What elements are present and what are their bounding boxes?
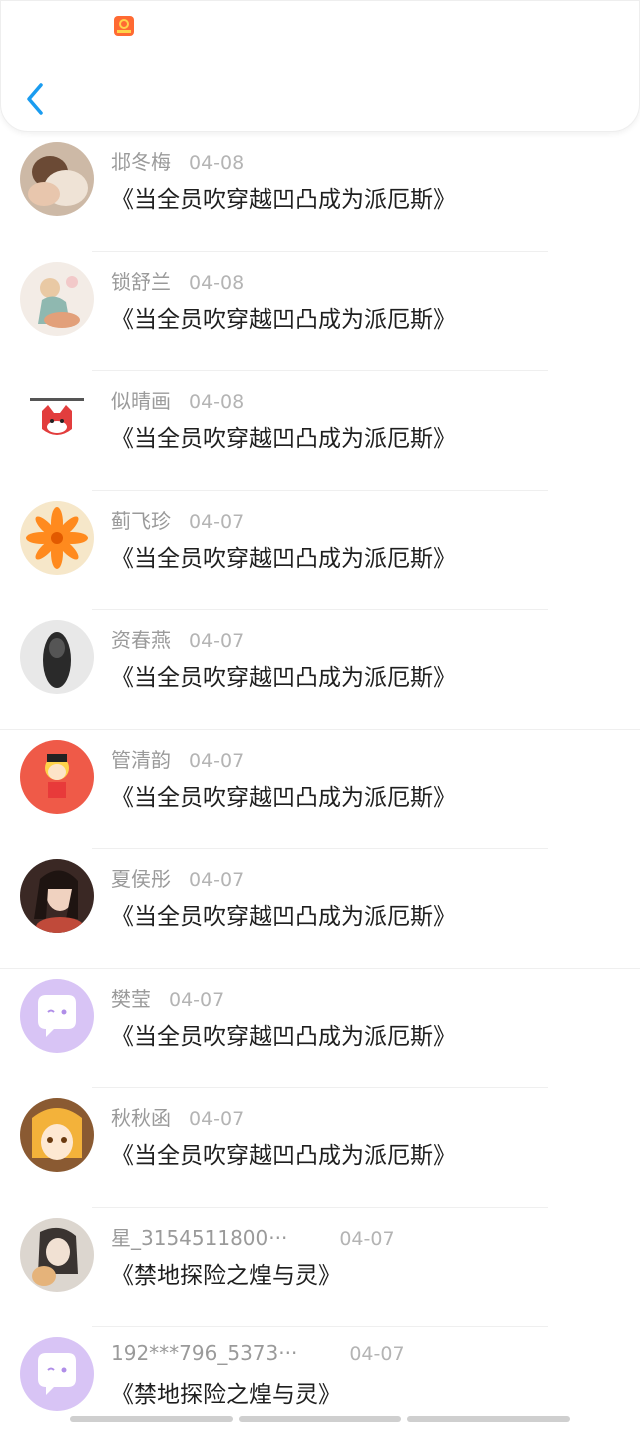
page-indicator <box>70 1416 571 1422</box>
comment-meta: 夏侯彤 04-07 <box>111 863 244 892</box>
username[interactable]: 夏侯彤 <box>111 867 171 891</box>
book-title[interactable]: 《当全员吹穿越凹凸成为派厄斯》 <box>111 1017 456 1051</box>
comment-meta: 资春燕 04-07 <box>111 624 244 653</box>
username[interactable]: 蓟飞珍 <box>111 509 171 533</box>
comment-date: 04-07 <box>189 630 245 652</box>
comment-date: 04-08 <box>189 152 245 174</box>
username[interactable]: 资春燕 <box>111 628 171 652</box>
comment-date: 04-07 <box>189 869 245 891</box>
comment-meta: 秋秋函 04-07 <box>111 1102 244 1131</box>
book-title[interactable]: 《禁地探险之煌与灵》 <box>111 1375 341 1409</box>
comment-date: 04-07 <box>189 510 245 533</box>
avatar[interactable] <box>20 859 94 933</box>
avatar[interactable] <box>20 500 94 575</box>
back-chevron-icon <box>27 83 43 115</box>
comment-date: 04-07 <box>189 1108 245 1130</box>
list-item[interactable]: 邶冬梅 04-08 《当全员吹穿越凹凸成为派厄斯》 <box>0 132 640 252</box>
list-item[interactable]: 192***796_5373··· 04-07 《禁地探险之煌与灵》 <box>0 1327 640 1447</box>
avatar[interactable] <box>20 142 94 216</box>
username[interactable]: 管清韵 <box>111 748 171 772</box>
top-bar <box>0 0 640 132</box>
indicator-segment <box>238 1416 402 1422</box>
list-item[interactable]: 管清韵 04-07 《当全员吹穿越凹凸成为派厄斯》 <box>0 730 640 849</box>
username[interactable]: 锁舒兰 <box>111 270 171 294</box>
avatar[interactable] <box>20 1098 94 1172</box>
username[interactable]: 星_3154511800··· <box>111 1226 287 1250</box>
username[interactable]: 樊莹 <box>111 987 151 1011</box>
book-title[interactable]: 《当全员吹穿越凹凸成为派厄斯》 <box>111 1136 456 1170</box>
comment-meta: 锁舒兰 04-08 <box>111 266 244 295</box>
app-badge-icon <box>114 16 134 36</box>
book-title[interactable]: 《当全员吹穿越凹凸成为派厄斯》 <box>111 897 456 931</box>
book-title[interactable]: 《当全员吹穿越凹凸成为派厄斯》 <box>111 778 456 812</box>
username[interactable]: 邶冬梅 <box>111 150 171 174</box>
book-title[interactable]: 《当全员吹穿越凹凸成为派厄斯》 <box>111 539 456 573</box>
comment-date: 04-08 <box>189 391 245 413</box>
book-title[interactable]: 《当全员吹穿越凹凸成为派厄斯》 <box>111 300 456 334</box>
comment-date: 04-07 <box>189 749 245 772</box>
list-item[interactable]: 秋秋函 04-07 《当全员吹穿越凹凸成为派厄斯》 <box>0 1088 640 1208</box>
list-item[interactable]: 蓟飞珍 04-07 《当全员吹穿越凹凸成为派厄斯》 <box>0 491 640 610</box>
comment-meta: 邶冬梅 04-08 <box>111 146 244 175</box>
username[interactable]: 192***796_5373··· <box>111 1341 297 1365</box>
indicator-segment <box>407 1416 571 1422</box>
comment-meta: 樊莹 04-07 <box>111 983 224 1012</box>
list-item[interactable]: 夏侯彤 04-07 《当全员吹穿越凹凸成为派厄斯》 <box>0 849 640 969</box>
avatar[interactable] <box>20 261 94 336</box>
list-item[interactable]: 星_3154511800··· 04-07 《禁地探险之煌与灵》 <box>0 1208 640 1327</box>
back-button[interactable] <box>19 79 53 119</box>
list-item[interactable]: 资春燕 04-07 《当全员吹穿越凹凸成为派厄斯》 <box>0 610 640 730</box>
list-item[interactable]: 樊莹 04-07 《当全员吹穿越凹凸成为派厄斯》 <box>0 969 640 1088</box>
avatar[interactable] <box>20 1337 94 1411</box>
comment-meta: 蓟飞珍 04-07 <box>111 505 244 534</box>
avatar[interactable] <box>20 381 94 455</box>
comment-list: 邶冬梅 04-08 《当全员吹穿越凹凸成为派厄斯》 锁舒兰 04-08 《当全员吹穿… <box>0 132 640 1447</box>
avatar[interactable] <box>20 739 94 814</box>
book-title[interactable]: 《当全员吹穿越凹凸成为派厄斯》 <box>111 180 456 214</box>
comment-meta: 192***796_5373··· 04-07 <box>111 1341 405 1365</box>
book-title[interactable]: 《当全员吹穿越凹凸成为派厄斯》 <box>111 419 456 453</box>
book-title[interactable]: 《禁地探险之煌与灵》 <box>111 1256 341 1290</box>
list-item[interactable]: 锁舒兰 04-08 《当全员吹穿越凹凸成为派厄斯》 <box>0 252 640 371</box>
book-title[interactable]: 《当全员吹穿越凹凸成为派厄斯》 <box>111 658 456 692</box>
list-item[interactable]: 似晴画 04-08 《当全员吹穿越凹凸成为派厄斯》 <box>0 371 640 491</box>
comment-date: 04-07 <box>169 988 225 1011</box>
indicator-segment <box>70 1416 233 1422</box>
comment-date: 04-07 <box>349 1343 405 1365</box>
comment-meta: 管清韵 04-07 <box>111 744 244 773</box>
avatar[interactable] <box>20 1217 94 1292</box>
username[interactable]: 似晴画 <box>111 389 171 413</box>
comment-date: 04-08 <box>189 271 245 294</box>
avatar[interactable] <box>20 620 94 694</box>
comment-meta: 星_3154511800··· 04-07 <box>111 1222 395 1251</box>
comment-date: 04-07 <box>339 1227 395 1250</box>
avatar[interactable] <box>20 978 94 1053</box>
comment-meta: 似晴画 04-08 <box>111 385 244 414</box>
username[interactable]: 秋秋函 <box>111 1106 171 1130</box>
